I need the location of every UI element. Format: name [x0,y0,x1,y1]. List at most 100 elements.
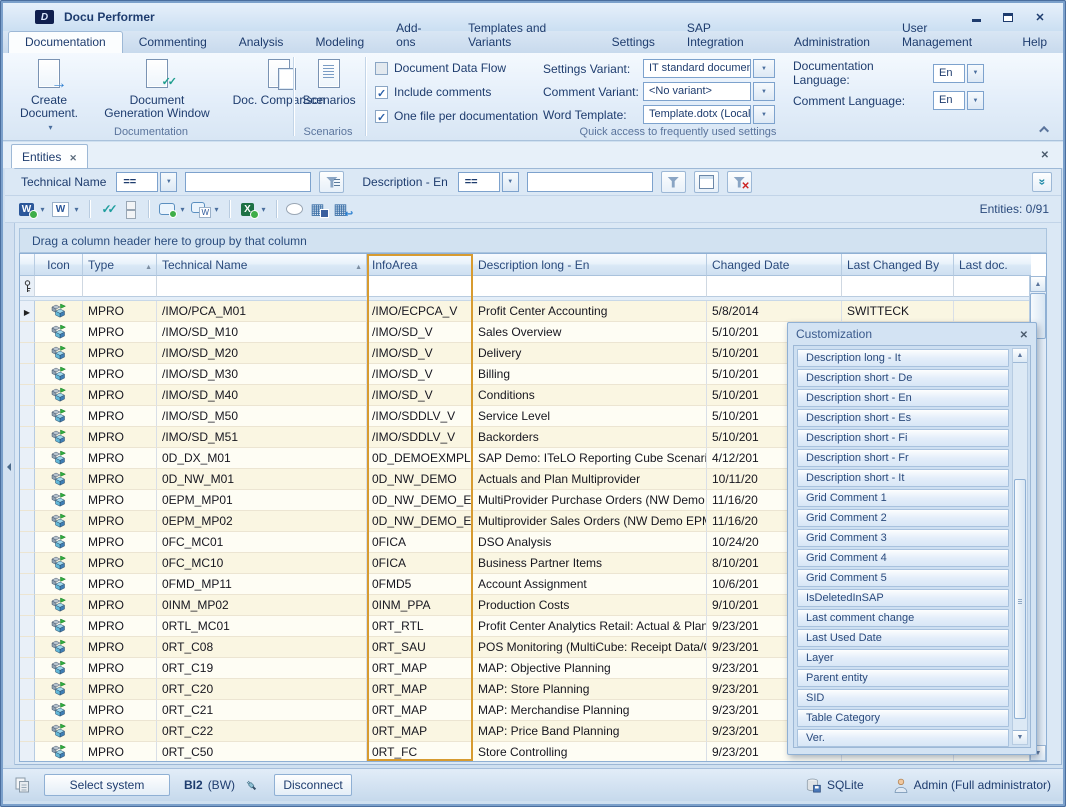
dropdown-field[interactable]: En [933,91,965,110]
dropdown-arrow-button[interactable] [753,105,775,124]
customization-field-item[interactable]: Ver. [797,729,1009,747]
dropdown-arrow-button[interactable] [967,64,984,83]
auto-filter-cell[interactable] [473,276,707,297]
header-last-changed-by[interactable]: Last Changed By [842,254,954,276]
customization-header[interactable]: Customization [788,323,1036,345]
tab-entities[interactable]: Entities [11,144,88,168]
checkbox-list[interactable] [119,198,142,220]
apply-filter-button[interactable] [319,171,344,193]
auto-filter-cell[interactable] [83,276,157,297]
customization-field-item[interactable]: Parent entity [797,669,1009,687]
select-system-button[interactable]: Select system [44,774,170,796]
auto-filter-cell[interactable] [842,276,954,297]
header-infoarea[interactable]: InfoArea [367,254,473,276]
disconnect-button[interactable]: Disconnect [274,774,352,796]
dropdown-field[interactable]: Template.dotx (Local) [643,105,751,124]
auto-filter-cell[interactable] [954,276,1031,297]
ribbon-tab[interactable]: Documentation [8,31,123,53]
scroll-up-icon[interactable] [1013,349,1027,363]
dropdown-arrow-button[interactable] [753,59,775,78]
ribbon-tab[interactable]: Modeling [299,32,380,53]
table-row[interactable]: MPRO /IMO/PCA_M01 /IMO/ECPCA_V Profit Ce… [20,301,1046,322]
comment-add[interactable] [155,198,189,220]
comment-bubble[interactable] [283,198,306,220]
auto-filter-cell[interactable] [157,276,367,297]
word-export[interactable] [15,198,49,220]
approve-checks[interactable] [96,198,119,220]
dropdown-arrow-button[interactable] [753,82,775,101]
customization-field-item[interactable]: Description short - It [797,469,1009,487]
scrollbar-thumb[interactable] [1014,479,1026,719]
ribbon-collapse-button[interactable] [1037,122,1053,136]
header-technical-name[interactable]: Technical Name [157,254,367,276]
filter-editor-button[interactable] [694,171,719,193]
filter-value-input[interactable] [185,172,311,192]
user-label[interactable]: Admin (Full administrator) [914,778,1051,792]
tab-close-icon[interactable] [69,150,77,164]
header-type[interactable]: Type [83,254,157,276]
customization-field-item[interactable]: Grid Comment 3 [797,529,1009,547]
dropdown-field[interactable]: IT standard documen... [643,59,751,78]
auto-filter-cell[interactable] [707,276,842,297]
grid-layout-restore[interactable] [329,198,352,220]
ribbon-tab[interactable]: User Management [886,18,1006,53]
auto-filter-cell[interactable] [35,276,83,297]
close-icon[interactable] [1020,327,1028,341]
scroll-down-icon[interactable] [1013,730,1027,744]
ribbon-tab[interactable]: Commenting [123,32,223,53]
header-icon[interactable]: Icon [35,254,83,276]
close-icon[interactable] [1041,145,1049,163]
header-changed-date[interactable]: Changed Date [707,254,842,276]
ribbon-checkbox[interactable]: Document Data Flow [375,61,538,75]
customization-field-item[interactable]: Grid Comment 4 [797,549,1009,567]
ribbon-tab[interactable]: SAP Integration [671,18,778,53]
dropdown-arrow-button[interactable] [160,172,177,192]
customization-field-item[interactable]: Grid Comment 5 [797,569,1009,587]
filter-value-input[interactable] [527,172,653,192]
filter-button[interactable] [661,171,686,193]
customization-field-item[interactable]: SID [797,689,1009,707]
filter-operator-select[interactable]: == [458,172,500,192]
customization-field-item[interactable]: Grid Comment 2 [797,509,1009,527]
ribbon-big-button[interactable]: Document Generation Window [101,57,213,134]
left-splitter[interactable] [4,168,15,765]
header-last-doc[interactable]: Last doc. [954,254,1031,276]
expand-filter-panel-button[interactable] [1032,172,1052,192]
customization-field-item[interactable]: Layer [797,649,1009,667]
ribbon-checkbox[interactable]: One file per documentation [375,109,538,123]
clear-filter-button[interactable] [727,171,752,193]
customization-field-item[interactable]: Description long - It [797,349,1009,367]
customization-field-item[interactable]: Description short - Fr [797,449,1009,467]
ribbon-checkbox[interactable]: Include comments [375,85,538,99]
customization-scrollbar[interactable] [1012,348,1028,745]
ribbon-tab[interactable]: Add-ons [380,18,452,53]
dropdown-arrow-button[interactable] [967,91,984,110]
close-button[interactable] [1031,10,1049,24]
filter-operator-select[interactable]: == [116,172,158,192]
comment-document[interactable] [189,198,223,220]
ribbon-tab[interactable]: Templates and Variants [452,18,595,53]
excel-export[interactable] [236,198,270,220]
ribbon-tab[interactable]: Help [1006,32,1063,53]
scroll-up-icon[interactable] [1030,276,1046,292]
dropdown-field[interactable]: En [933,64,965,83]
customization-field-item[interactable]: Description short - En [797,389,1009,407]
auto-filter-cell[interactable] [367,276,473,297]
pages-icon[interactable] [15,777,30,793]
ribbon-tab[interactable]: Administration [778,32,886,53]
customization-field-item[interactable]: IsDeletedInSAP [797,589,1009,607]
dropdown-field[interactable]: <No variant> [643,82,751,101]
word-document[interactable] [49,198,83,220]
database-label[interactable]: SQLite [827,778,864,792]
grid-layout-save[interactable] [306,198,329,220]
dropdown-arrow-button[interactable] [502,172,519,192]
customization-field-item[interactable]: Last Used Date [797,629,1009,647]
customization-field-item[interactable]: Description short - Fi [797,429,1009,447]
ribbon-tab[interactable]: Settings [596,32,671,53]
ribbon-tab[interactable]: Analysis [223,32,300,53]
header-description[interactable]: Description long - En [473,254,707,276]
ribbon-big-button[interactable]: Create Document. [13,57,85,134]
customization-field-item[interactable]: Grid Comment 1 [797,489,1009,507]
customization-field-item[interactable]: Table Category [797,709,1009,727]
group-by-bar[interactable]: Drag a column header here to group by th… [19,228,1047,253]
